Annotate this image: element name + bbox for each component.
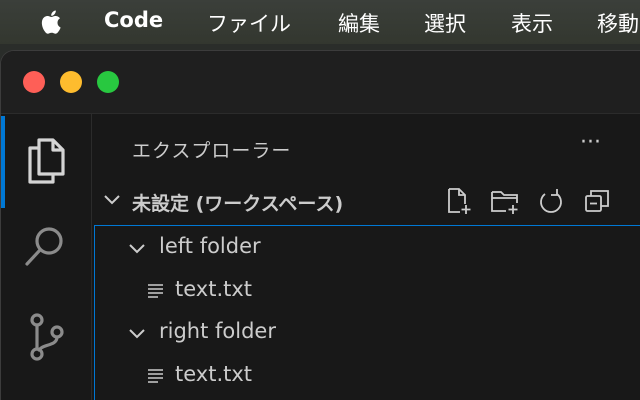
active-indicator [1, 116, 5, 208]
close-window-button[interactable] [23, 71, 45, 93]
menu-selection[interactable]: 選択 [424, 8, 466, 38]
file-label: text.txt [175, 362, 253, 386]
new-file-icon[interactable] [444, 186, 474, 216]
menu-file[interactable]: ファイル [207, 8, 291, 38]
refresh-icon[interactable] [536, 186, 566, 216]
workspace-section-header[interactable]: 未設定 (ワークスペース) [92, 182, 640, 222]
minimize-window-button[interactable] [60, 71, 82, 93]
folder-label: right folder [159, 319, 276, 343]
apple-icon[interactable] [38, 8, 66, 36]
explorer-title: エクスプローラー [132, 140, 292, 162]
source-control-icon[interactable] [19, 310, 73, 364]
files-icon[interactable] [19, 134, 73, 188]
search-icon[interactable] [19, 218, 73, 272]
explorer-sidebar: エクスプローラー ··· 未設定 (ワークスペース) left folder t… [92, 114, 640, 400]
tree-file-left[interactable]: text.txt [95, 270, 640, 312]
title-bar [1, 51, 640, 114]
text-file-icon [147, 282, 165, 300]
tree-file-right[interactable]: text.txt [95, 355, 640, 397]
tree-folder-left[interactable]: left folder [95, 227, 640, 269]
activity-bar [1, 114, 92, 400]
file-tree: left folder text.txt right folder text.t… [94, 225, 640, 400]
more-actions-button[interactable]: ··· [580, 130, 601, 155]
maximize-window-button[interactable] [97, 71, 119, 93]
collapse-all-icon[interactable] [582, 186, 612, 216]
tree-folder-right[interactable]: right folder [95, 312, 640, 354]
file-label: text.txt [175, 277, 253, 301]
chevron-down-icon [127, 239, 147, 259]
menu-app-name[interactable]: Code [104, 8, 163, 32]
workspace-section-label: 未設定 (ワークスペース) [132, 193, 344, 215]
folder-label: left folder [159, 234, 261, 258]
menu-bar: Code ファイル 編集 選択 表示 移動 [0, 0, 640, 44]
menu-go[interactable]: 移動 [597, 8, 639, 38]
text-file-icon [147, 367, 165, 385]
new-folder-icon[interactable] [490, 186, 520, 216]
vscode-window: エクスプローラー ··· 未設定 (ワークスペース) left folder t… [0, 50, 640, 400]
menu-edit[interactable]: 編集 [338, 8, 380, 38]
menu-view[interactable]: 表示 [511, 8, 553, 38]
chevron-down-icon [127, 324, 147, 344]
chevron-down-icon [102, 190, 122, 210]
